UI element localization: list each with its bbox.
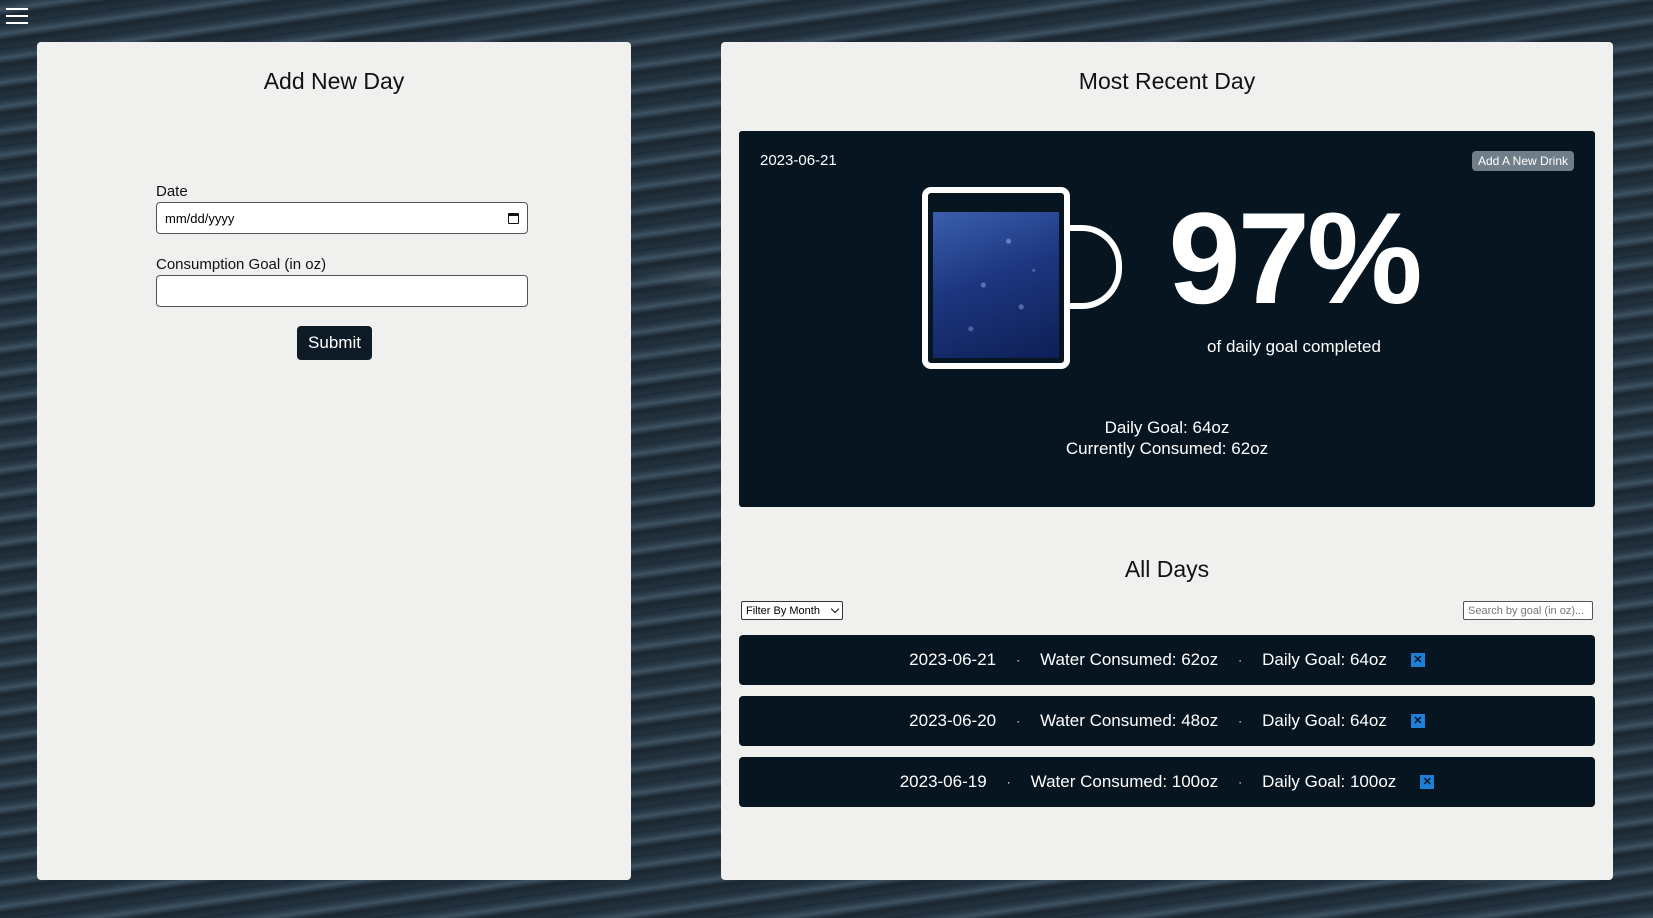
day-row-consumed: Water Consumed: 48oz <box>1040 711 1219 730</box>
day-row-date: 2023-06-20 <box>909 711 997 730</box>
day-row: 2023-06-20 · Water Consumed: 48oz · Dail… <box>739 696 1595 746</box>
daily-goal-text: Daily Goal: 64oz <box>1104 418 1230 437</box>
date-input-placeholder: mm/dd/yyyy <box>165 210 235 226</box>
filter-select-value: Filter By Month <box>746 604 820 617</box>
date-label: Date <box>156 183 188 200</box>
chevron-down-icon <box>830 604 840 614</box>
calendar-icon[interactable] <box>508 212 519 224</box>
day-row-consumed: Water Consumed: 100oz <box>1030 772 1219 791</box>
percent-complete: 97% <box>1168 185 1422 331</box>
add-day-title: Add New Day <box>263 68 405 94</box>
consumption-goal-input[interactable] <box>156 275 528 307</box>
delete-icon[interactable]: ✕ <box>1410 653 1425 667</box>
day-row-goal: Daily Goal: 64oz <box>1262 650 1387 669</box>
mug-handle <box>1068 225 1122 309</box>
all-days-title: All Days <box>1124 556 1210 582</box>
day-row-goal: Daily Goal: 100oz <box>1262 772 1397 791</box>
goal-label: Consumption Goal (in oz) <box>156 256 327 273</box>
water-mug-icon <box>922 187 1070 369</box>
separator: · <box>1006 775 1011 789</box>
separator: · <box>1238 714 1243 728</box>
date-input[interactable]: mm/dd/yyyy <box>156 202 528 234</box>
submit-button[interactable]: Submit <box>297 326 372 360</box>
recent-day-card: 2023-06-21 Add A New Drink 97% of daily … <box>739 131 1595 507</box>
recent-date: 2023-06-21 <box>760 152 837 169</box>
hamburger-menu-icon[interactable] <box>6 8 28 26</box>
filter-by-month-select[interactable]: Filter By Month <box>741 601 843 620</box>
day-row-date: 2023-06-19 <box>899 772 987 791</box>
day-row: 2023-06-21 · Water Consumed: 62oz · Dail… <box>739 635 1595 685</box>
day-row-date: 2023-06-21 <box>909 650 997 669</box>
day-row-goal: Daily Goal: 64oz <box>1262 711 1387 730</box>
add-drink-button[interactable]: Add A New Drink <box>1471 151 1574 171</box>
separator: · <box>1016 714 1021 728</box>
day-row: 2023-06-19 · Water Consumed: 100oz · Dai… <box>739 757 1595 807</box>
consumed-text: Currently Consumed: 62oz <box>1065 439 1269 458</box>
recent-day-panel: Most Recent Day 2023-06-21 Add A New Dri… <box>721 42 1613 880</box>
recent-day-title: Most Recent Day <box>1078 68 1256 94</box>
separator: · <box>1016 653 1021 667</box>
separator: · <box>1238 775 1243 789</box>
separator: · <box>1238 653 1243 667</box>
search-goal-input[interactable] <box>1463 601 1593 620</box>
add-day-panel: Add New Day Date mm/dd/yyyy Consumption … <box>37 42 631 880</box>
delete-icon[interactable]: ✕ <box>1420 775 1435 789</box>
mug-water-fill <box>933 212 1059 358</box>
day-row-consumed: Water Consumed: 62oz <box>1040 650 1219 669</box>
delete-icon[interactable]: ✕ <box>1410 714 1425 728</box>
percent-caption: of daily goal completed <box>1207 337 1381 356</box>
